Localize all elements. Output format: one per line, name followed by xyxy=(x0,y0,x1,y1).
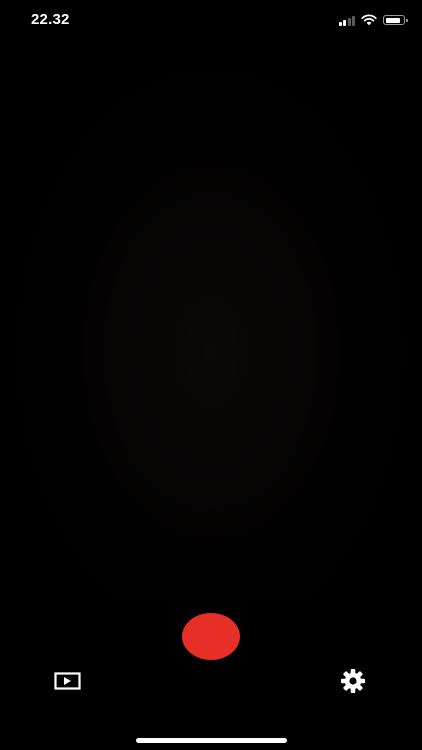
status-bar: 22.32 xyxy=(0,0,422,40)
gear-icon xyxy=(341,669,365,693)
home-indicator[interactable] xyxy=(136,738,287,743)
status-icons xyxy=(338,13,408,27)
signal-bar xyxy=(347,17,351,26)
camera-viewfinder xyxy=(0,44,422,604)
signal-bar xyxy=(352,15,355,26)
battery-icon xyxy=(383,15,408,25)
camera-screen: 22.32 xyxy=(0,0,422,750)
battery-cap xyxy=(406,18,408,22)
gallery-button[interactable] xyxy=(54,671,82,691)
cellular-signal-icon xyxy=(338,15,355,26)
signal-bar xyxy=(338,21,342,26)
record-button[interactable] xyxy=(182,613,240,660)
battery-level xyxy=(385,17,400,23)
wifi-icon xyxy=(361,14,377,26)
play-rectangle-icon xyxy=(54,672,81,690)
status-time: 22.32 xyxy=(31,11,70,28)
signal-bar xyxy=(343,19,346,26)
settings-button[interactable] xyxy=(340,668,366,694)
